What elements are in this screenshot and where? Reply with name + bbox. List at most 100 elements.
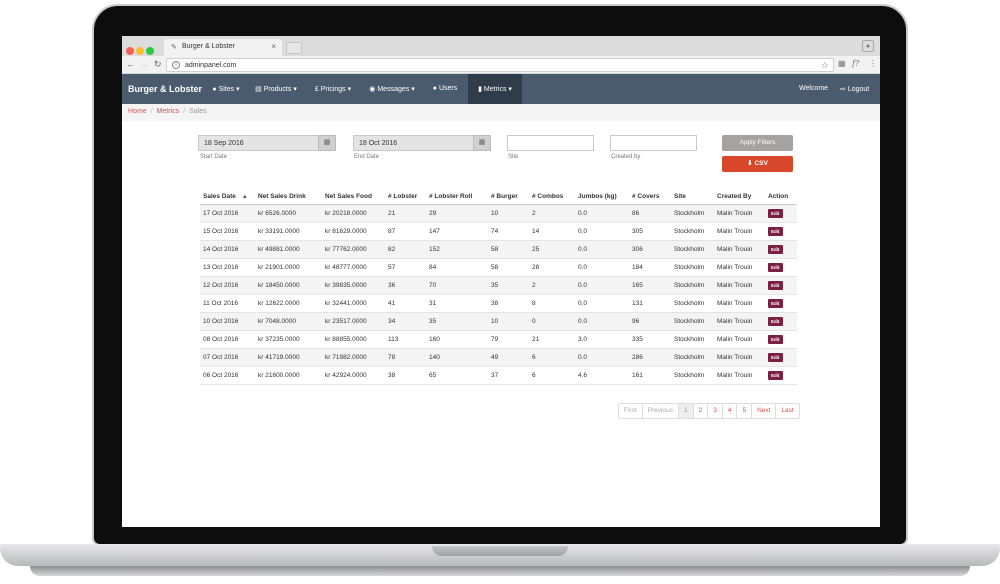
column-header-lobster-roll[interactable]: # Lobster Roll: [426, 190, 488, 205]
start-date-field[interactable]: 18 Sep 2016 ▦: [198, 135, 336, 151]
table-cell: 79: [488, 330, 529, 349]
table-cell: 131: [629, 294, 671, 313]
browser-tab[interactable]: ✎ Burger & Lobster ×: [164, 39, 282, 56]
column-header-combos[interactable]: # Combos: [529, 190, 575, 205]
new-tab-button[interactable]: [286, 42, 302, 54]
table-cell: kr 39835.0000: [322, 276, 385, 295]
url-text: adminpanel.com: [185, 62, 237, 69]
table-cell: 58: [488, 240, 529, 259]
column-header-net-sales-drink[interactable]: Net Sales Drink: [255, 190, 322, 205]
bar-chart-icon: ▮: [478, 86, 482, 93]
column-header-burger[interactable]: # Burger: [488, 190, 529, 205]
column-header-created-by[interactable]: Created By: [714, 190, 765, 205]
app-navbar: Burger & Lobster ● Sites ▾ ▤ Products ▾ …: [122, 74, 880, 104]
nav-users[interactable]: ● Users: [426, 74, 464, 104]
csv-export-button[interactable]: ⬇ CSV: [722, 156, 793, 172]
nav-pricings[interactable]: £ Pricings ▾: [308, 74, 358, 104]
nav-messages[interactable]: ◉ Messages ▾: [364, 74, 420, 104]
caret-down-icon: ▾: [411, 86, 415, 93]
table-cell: 06 Oct 2016: [200, 366, 255, 385]
edit-button[interactable]: Edit: [768, 280, 783, 290]
page-2[interactable]: 2: [694, 404, 709, 418]
table-cell: 58: [488, 258, 529, 277]
table-cell: kr 12622.0000: [255, 294, 322, 313]
created-by-field[interactable]: [610, 135, 697, 151]
edit-button[interactable]: Edit: [768, 244, 783, 254]
page-first[interactable]: First: [619, 404, 643, 418]
page-5[interactable]: 5: [737, 404, 753, 418]
edit-button[interactable]: Edit: [768, 334, 783, 344]
nav-products-label: Products: [263, 86, 292, 93]
edit-button[interactable]: Edit: [768, 298, 783, 308]
column-header-covers[interactable]: # Covers: [629, 190, 671, 205]
table-cell: Malin Trouin: [714, 258, 765, 277]
end-date-field[interactable]: 18 Oct 2016 ▦: [353, 135, 491, 151]
logout-link[interactable]: ⇨ Logout: [840, 85, 869, 93]
breadcrumb-home[interactable]: Home: [128, 108, 147, 115]
users-icon: ●: [432, 85, 437, 92]
browser-screen: ✎ Burger & Lobster × ● ← → ↻ i adminpane…: [122, 36, 880, 527]
page-1[interactable]: 1: [678, 404, 694, 418]
minimize-window-button[interactable]: [136, 47, 144, 55]
table-cell: kr 48777.0000: [322, 258, 385, 277]
page-last[interactable]: Last: [776, 404, 798, 418]
column-header-site[interactable]: Site: [671, 190, 714, 205]
caret-down-icon: ▾: [508, 86, 512, 93]
tab-bar: ✎ Burger & Lobster × ●: [122, 36, 880, 56]
welcome-link[interactable]: Welcome: [799, 85, 828, 92]
page-previous[interactable]: Previous: [643, 404, 679, 418]
apply-filters-button[interactable]: Apply Filters: [722, 135, 793, 151]
page-4[interactable]: 4: [723, 404, 738, 418]
table-cell: 113: [385, 330, 426, 349]
column-header-jumbos[interactable]: Jumbos (kg): [575, 190, 629, 205]
edit-button[interactable]: Edit: [768, 208, 783, 218]
action-cell: Edit: [765, 366, 797, 385]
edit-button[interactable]: Edit: [768, 370, 783, 380]
table-row: 14 Oct 2016 kr 49881.0000 kr 77762.0000 82 1…: [200, 240, 797, 259]
sort-asc-icon[interactable]: ▲: [242, 194, 248, 200]
info-icon[interactable]: i: [172, 61, 180, 69]
edit-button[interactable]: Edit: [768, 352, 783, 362]
table-row: 07 Oct 2016 kr 41719.0000 kr 71982.0000 78 1…: [200, 348, 797, 367]
column-header-lobster[interactable]: # Lobster: [385, 190, 426, 205]
table-cell: 0.0: [575, 276, 629, 295]
close-window-button[interactable]: [126, 47, 134, 55]
table-cell: Malin Trouin: [714, 330, 765, 349]
nav-products[interactable]: ▤ Products ▾: [250, 74, 302, 104]
address-field[interactable]: i adminpanel.com ☆: [166, 58, 834, 72]
tab-close-icon[interactable]: ×: [271, 42, 276, 51]
nav-sites[interactable]: ● Sites ▾: [206, 74, 246, 104]
extension-icon[interactable]: ▦: [838, 59, 846, 68]
table-cell: kr 32441.0000: [322, 294, 385, 313]
brand-logo[interactable]: Burger & Lobster: [128, 84, 202, 94]
map-marker-icon: ●: [212, 86, 217, 93]
profile-icon[interactable]: ●: [862, 40, 874, 52]
table-cell: kr 21901.0000: [255, 258, 322, 277]
forward-arrow-icon[interactable]: →: [140, 59, 149, 69]
column-header-sales-date[interactable]: Sales Date ▲: [200, 190, 255, 205]
back-arrow-icon[interactable]: ←: [126, 59, 135, 69]
page-3[interactable]: 3: [708, 404, 723, 418]
table-cell: 38: [385, 366, 426, 385]
breadcrumb-metrics[interactable]: Metrics: [157, 108, 180, 115]
function-extension-icon[interactable]: f?: [852, 59, 859, 68]
edit-button[interactable]: Edit: [768, 262, 783, 272]
table-cell: 335: [629, 330, 671, 349]
table-cell: 96: [629, 312, 671, 331]
edit-button[interactable]: Edit: [768, 316, 783, 326]
end-date-label: End Date: [354, 154, 380, 160]
site-field[interactable]: [507, 135, 594, 151]
calendar-icon[interactable]: ▦: [318, 135, 336, 151]
edit-button[interactable]: Edit: [768, 226, 783, 236]
download-icon: ⬇: [747, 160, 753, 167]
reload-icon[interactable]: ↻: [154, 59, 162, 70]
bookmark-star-icon[interactable]: ☆: [821, 60, 829, 71]
nav-metrics[interactable]: ▮ Metrics ▾: [468, 74, 522, 104]
table-cell: 6: [529, 348, 575, 367]
calendar-icon[interactable]: ▦: [473, 135, 491, 151]
page-next[interactable]: Next: [752, 404, 777, 418]
tab-title: Burger & Lobster: [182, 43, 235, 50]
menu-kebab-icon[interactable]: ⋮: [869, 59, 877, 68]
column-header-net-sales-food[interactable]: Net Sales Food: [322, 190, 385, 205]
maximize-window-button[interactable]: [146, 47, 154, 55]
